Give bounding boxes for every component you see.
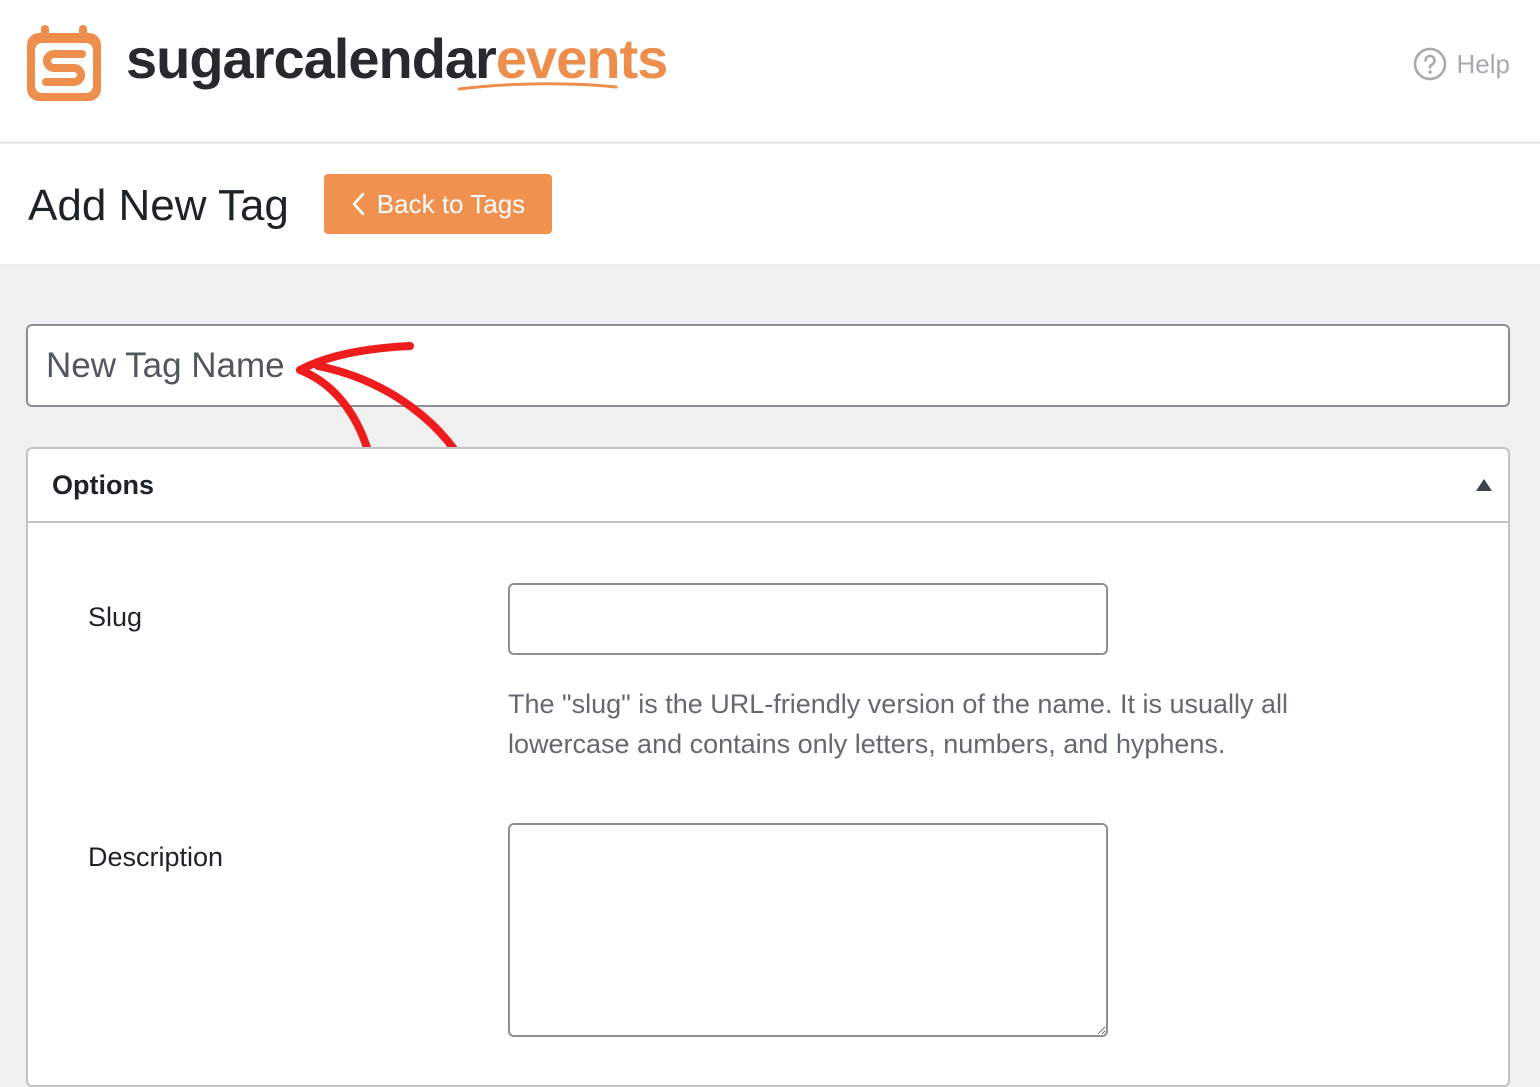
question-circle-icon bbox=[1413, 47, 1446, 81]
triangle-up-icon[interactable] bbox=[1474, 477, 1494, 493]
options-title: Options bbox=[52, 470, 154, 500]
slug-help-text: The "slug" is the URL-friendly version o… bbox=[508, 689, 1289, 759]
tag-name-input[interactable] bbox=[26, 324, 1510, 407]
calendar-s-logo-icon bbox=[27, 25, 101, 101]
help-link[interactable]: Help bbox=[1413, 44, 1510, 84]
back-button-label: Back to Tags bbox=[376, 188, 526, 219]
options-panel-header[interactable]: Options bbox=[28, 449, 1508, 523]
description-textarea[interactable] bbox=[508, 823, 1108, 1037]
slug-label: Slug bbox=[88, 602, 143, 632]
help-label: Help bbox=[1456, 48, 1510, 79]
brand-underline bbox=[457, 82, 618, 91]
back-to-tags-button[interactable]: Back to Tags bbox=[324, 174, 552, 234]
slug-input[interactable] bbox=[508, 583, 1108, 655]
brand-name-primary: sugarcalendar bbox=[126, 27, 497, 90]
description-label: Description bbox=[88, 842, 224, 872]
page-title: Add New Tag bbox=[28, 181, 289, 230]
chevron-left-icon bbox=[352, 192, 365, 216]
